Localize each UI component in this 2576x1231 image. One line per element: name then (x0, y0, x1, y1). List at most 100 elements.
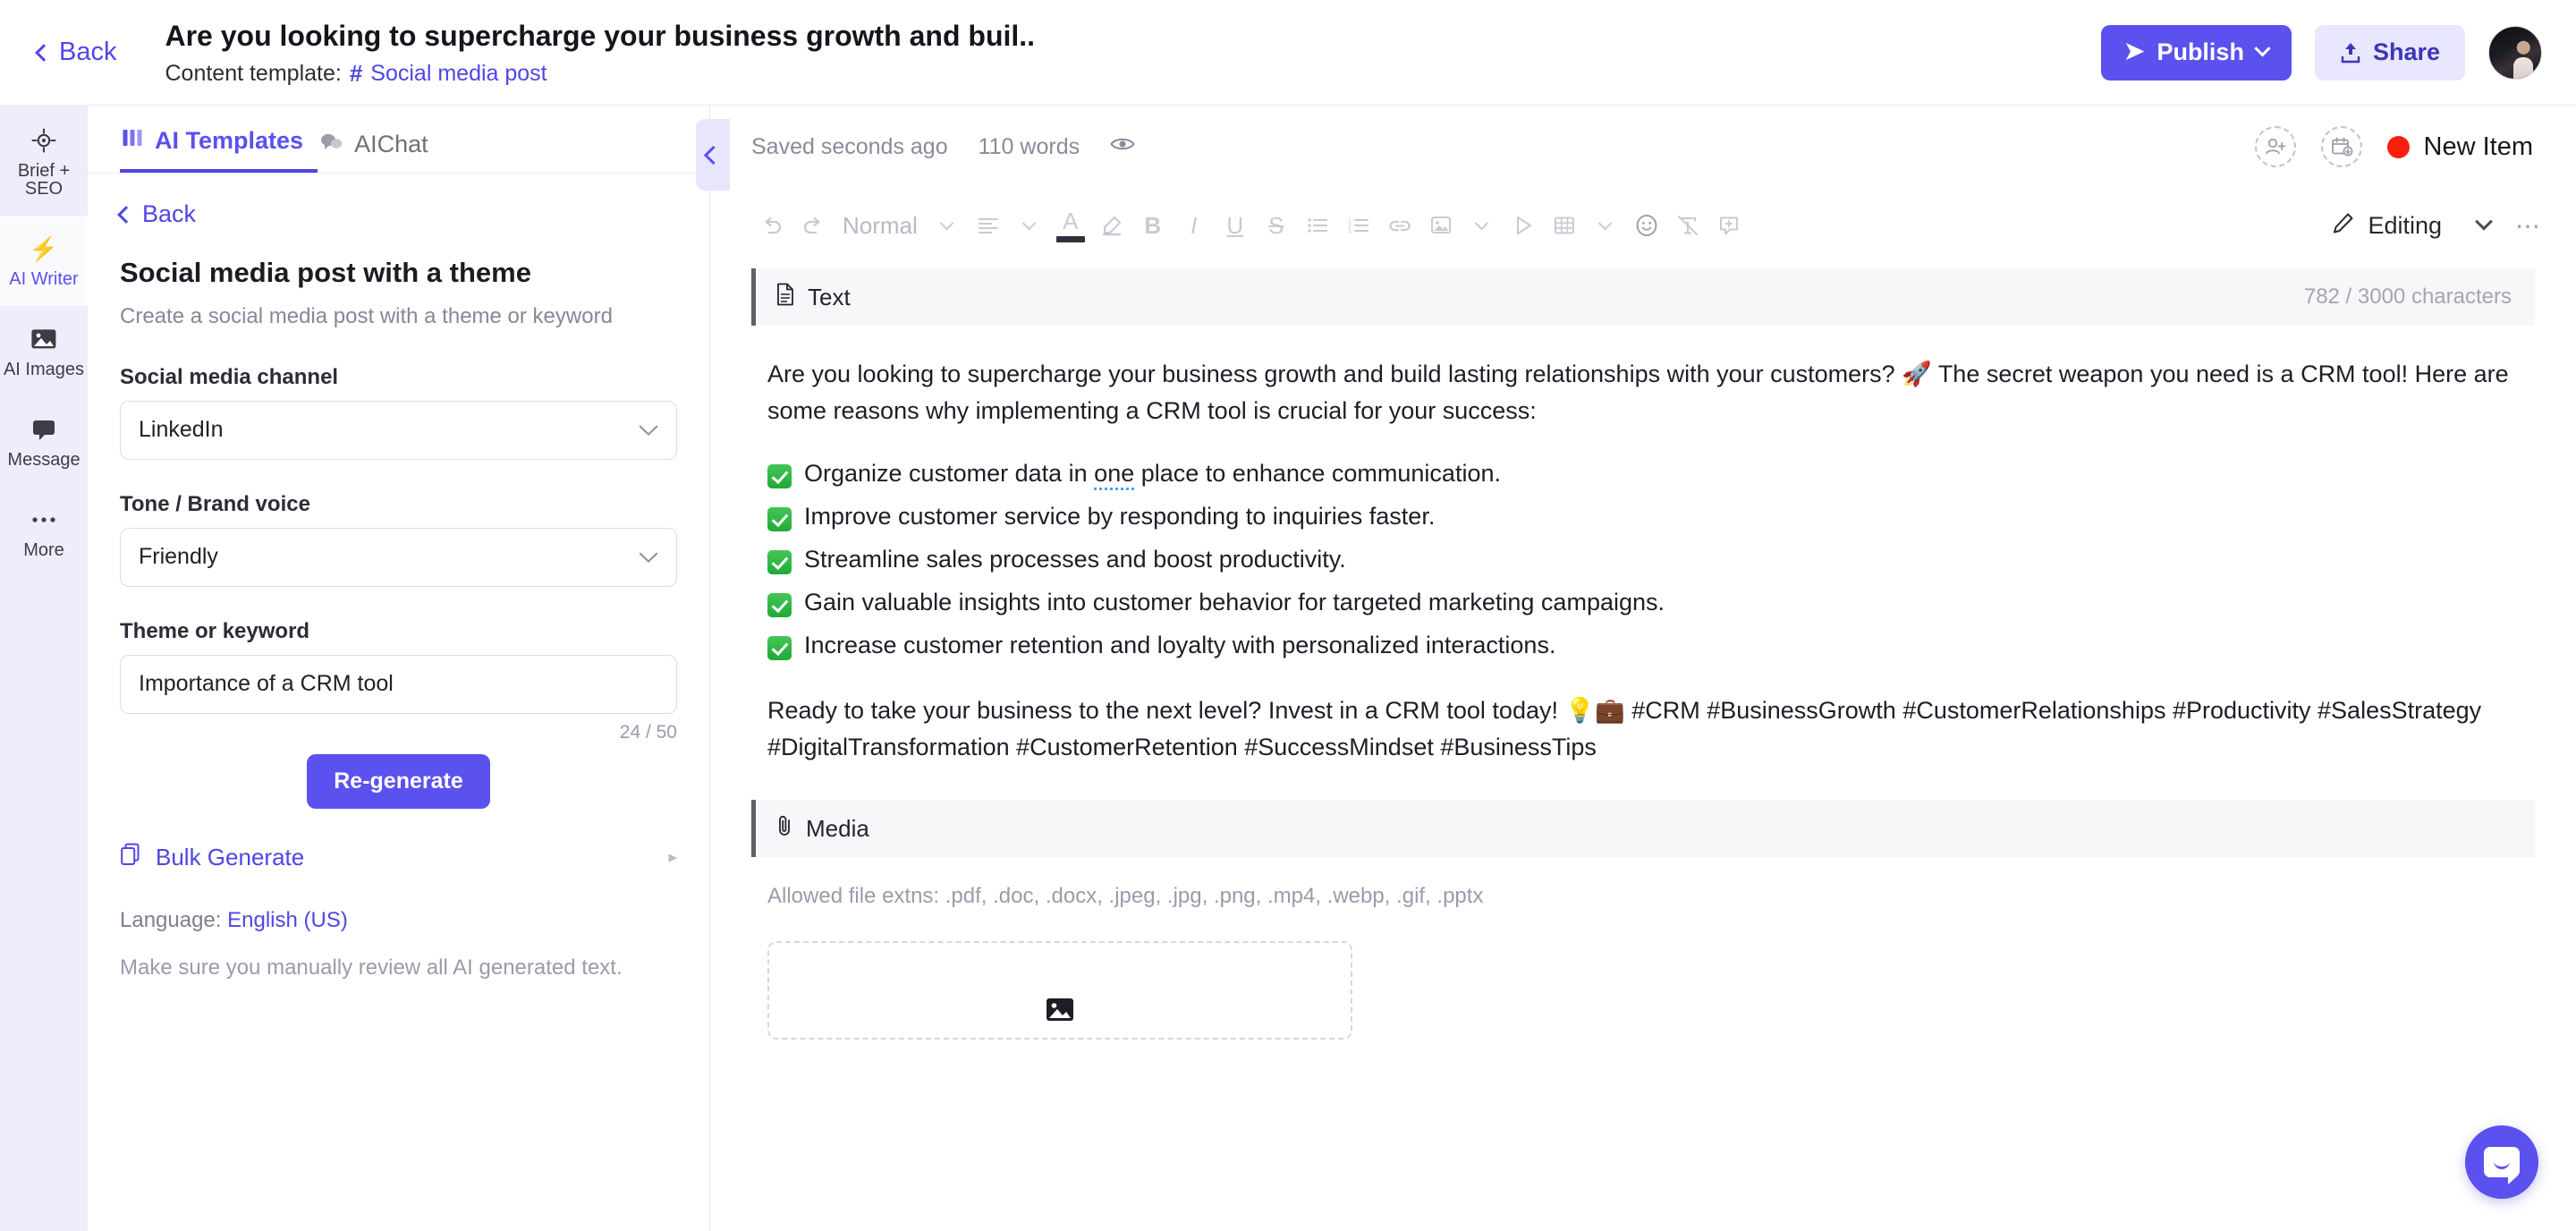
status-badge (2386, 135, 2410, 158)
paragraph-style-chevron-icon[interactable] (927, 201, 968, 250)
editing-mode-label: Editing (2368, 211, 2442, 239)
media-dropzone[interactable] (767, 941, 1352, 1040)
copy-icon (120, 843, 141, 872)
numbered-list-icon[interactable]: 123 (1338, 201, 1379, 250)
image-placeholder-icon (1045, 997, 1075, 1031)
new-item-button[interactable]: New Item (2386, 132, 2533, 162)
chat-bubbles-icon (319, 132, 343, 158)
table-chevron-icon[interactable] (1585, 201, 1626, 250)
social-media-channel-select[interactable]: LinkedIn (120, 400, 677, 460)
sidebar-item-label: AI Writer (9, 269, 79, 289)
sidebar-item-label: AI Images (3, 360, 85, 379)
add-comment-icon[interactable] (1708, 201, 1750, 250)
add-date-icon[interactable] (2320, 126, 2362, 167)
bold-button[interactable]: B (1132, 201, 1174, 250)
image-chevron-icon[interactable] (1462, 201, 1503, 250)
tone-brand-voice-select[interactable]: Friendly (120, 527, 677, 587)
editor-status-actions: New Item (2254, 126, 2533, 167)
bullet-list-icon[interactable] (1297, 201, 1338, 250)
sidebar-item-ai-writer[interactable]: ⚡ AI Writer (0, 216, 88, 306)
share-button[interactable]: Share (2314, 24, 2465, 81)
language-value[interactable]: English (US) (227, 908, 348, 932)
svg-text:3: 3 (1348, 229, 1352, 235)
regenerate-button[interactable]: Re-generate (307, 753, 490, 809)
video-play-icon[interactable] (1503, 201, 1544, 250)
body-paragraph-intro[interactable]: Are you looking to supercharge your busi… (767, 356, 2535, 429)
top-actions: ➤ Publish Share (2100, 24, 2542, 81)
table-icon[interactable] (1544, 201, 1585, 250)
language-row: Language: English (US) (120, 908, 677, 933)
sidebar-item-more[interactable]: More (0, 487, 88, 577)
more-options-icon[interactable]: ⋯ (2515, 211, 2542, 241)
checklist: Organize customer data in one place to e… (767, 460, 2535, 661)
editor-content: Text 782 / 3000 characters Are you looki… (710, 263, 2576, 1231)
tab-aichat[interactable]: AIChat (318, 106, 443, 173)
add-person-icon[interactable] (2254, 126, 2296, 167)
field-label: Tone / Brand voice (120, 491, 310, 516)
back-button-label: Back (59, 38, 117, 66)
text-section-label: Text (808, 283, 851, 310)
panel-content: Back Social media post with a theme Crea… (88, 174, 709, 1231)
highlighter-icon[interactable] (1091, 201, 1132, 250)
chat-support-button[interactable] (2465, 1125, 2538, 1199)
icon-rail: Brief + SEO ⚡ AI Writer AI Images Messag… (0, 106, 88, 1231)
sidebar-item-ai-images[interactable]: AI Images (0, 306, 88, 396)
content-template-link[interactable]: Social media post (370, 61, 547, 87)
tab-ai-templates[interactable]: AI Templates (120, 106, 318, 173)
underline-button[interactable]: U (1215, 201, 1256, 250)
list-item[interactable]: Organize customer data in one place to e… (767, 460, 2535, 491)
editor-pane: Saved seconds ago 110 words New Item Nor… (710, 106, 2576, 1231)
paperclip-icon (775, 814, 793, 844)
sidebar-item-label: More (23, 540, 64, 560)
new-item-label: New Item (2423, 132, 2533, 161)
align-left-icon[interactable] (968, 201, 1009, 250)
bulk-generate-label: Bulk Generate (156, 843, 305, 870)
sidebar-item-label: Brief + SEO (17, 161, 71, 199)
list-item-text: Organize customer data in one place to e… (804, 460, 1501, 491)
media-section-label: Media (806, 814, 869, 842)
back-button[interactable]: Back (27, 30, 127, 74)
field-social-media-channel: Social media channel LinkedIn (120, 365, 677, 460)
title-block: Are you looking to supercharge your busi… (165, 18, 2100, 88)
italic-button[interactable]: I (1174, 201, 1215, 250)
sidebar-item-message[interactable]: Message (0, 396, 88, 487)
spellcheck-word[interactable]: one (1094, 460, 1135, 491)
body-paragraph-outro[interactable]: Ready to take your business to the next … (767, 692, 2535, 766)
bulk-generate-row[interactable]: Bulk Generate ▸ (120, 843, 677, 872)
eye-icon[interactable] (1110, 134, 1135, 159)
redo-icon[interactable] (792, 201, 834, 250)
lightning-icon: ⚡ (29, 234, 59, 262)
strikethrough-button[interactable]: S (1256, 201, 1297, 250)
list-item[interactable]: Improve customer service by responding t… (767, 503, 2535, 532)
image-icon[interactable] (1420, 201, 1462, 250)
field-theme-or-keyword: Theme or keyword Importance of a CRM too… (120, 619, 677, 743)
editing-mode-button[interactable]: Editing (2332, 211, 2493, 240)
upload-icon (2341, 42, 2360, 63)
paragraph-style-select[interactable]: Normal (834, 201, 927, 250)
list-item-text: Gain valuable insights into customer beh… (804, 589, 1665, 616)
collapse-panel-button[interactable] (696, 119, 730, 191)
link-icon[interactable] (1379, 201, 1420, 250)
publish-button[interactable]: ➤ Publish (2100, 24, 2292, 81)
emoji-icon[interactable] (1626, 201, 1667, 250)
text-color-icon[interactable]: A (1050, 201, 1091, 250)
list-item[interactable]: Streamline sales processes and boost pro… (767, 546, 2535, 575)
left-panel: AI Templates AIChat Back Social media po… (88, 106, 710, 1231)
avatar[interactable] (2488, 25, 2542, 80)
tab-label: AI Templates (155, 127, 304, 154)
theme-or-keyword-input[interactable]: Importance of a CRM tool (120, 654, 677, 714)
sidebar-item-brief-seo[interactable]: Brief + SEO (0, 107, 88, 216)
clear-format-icon[interactable] (1667, 201, 1708, 250)
panel-back-button[interactable]: Back (117, 200, 677, 228)
list-item[interactable]: Gain valuable insights into customer beh… (767, 589, 2535, 618)
bulk-generate-left: Bulk Generate (120, 843, 304, 872)
align-chevron-icon[interactable] (1009, 201, 1050, 250)
hash-icon: # (349, 59, 363, 87)
list-item[interactable]: Increase customer retention and loyalty … (767, 632, 2535, 661)
undo-icon[interactable] (751, 201, 792, 250)
check-mark-icon (767, 593, 792, 618)
top-bar: Back Are you looking to supercharge your… (0, 0, 2576, 106)
target-icon (31, 127, 56, 154)
pencil-icon (2332, 212, 2355, 240)
check-mark-icon (767, 464, 792, 489)
